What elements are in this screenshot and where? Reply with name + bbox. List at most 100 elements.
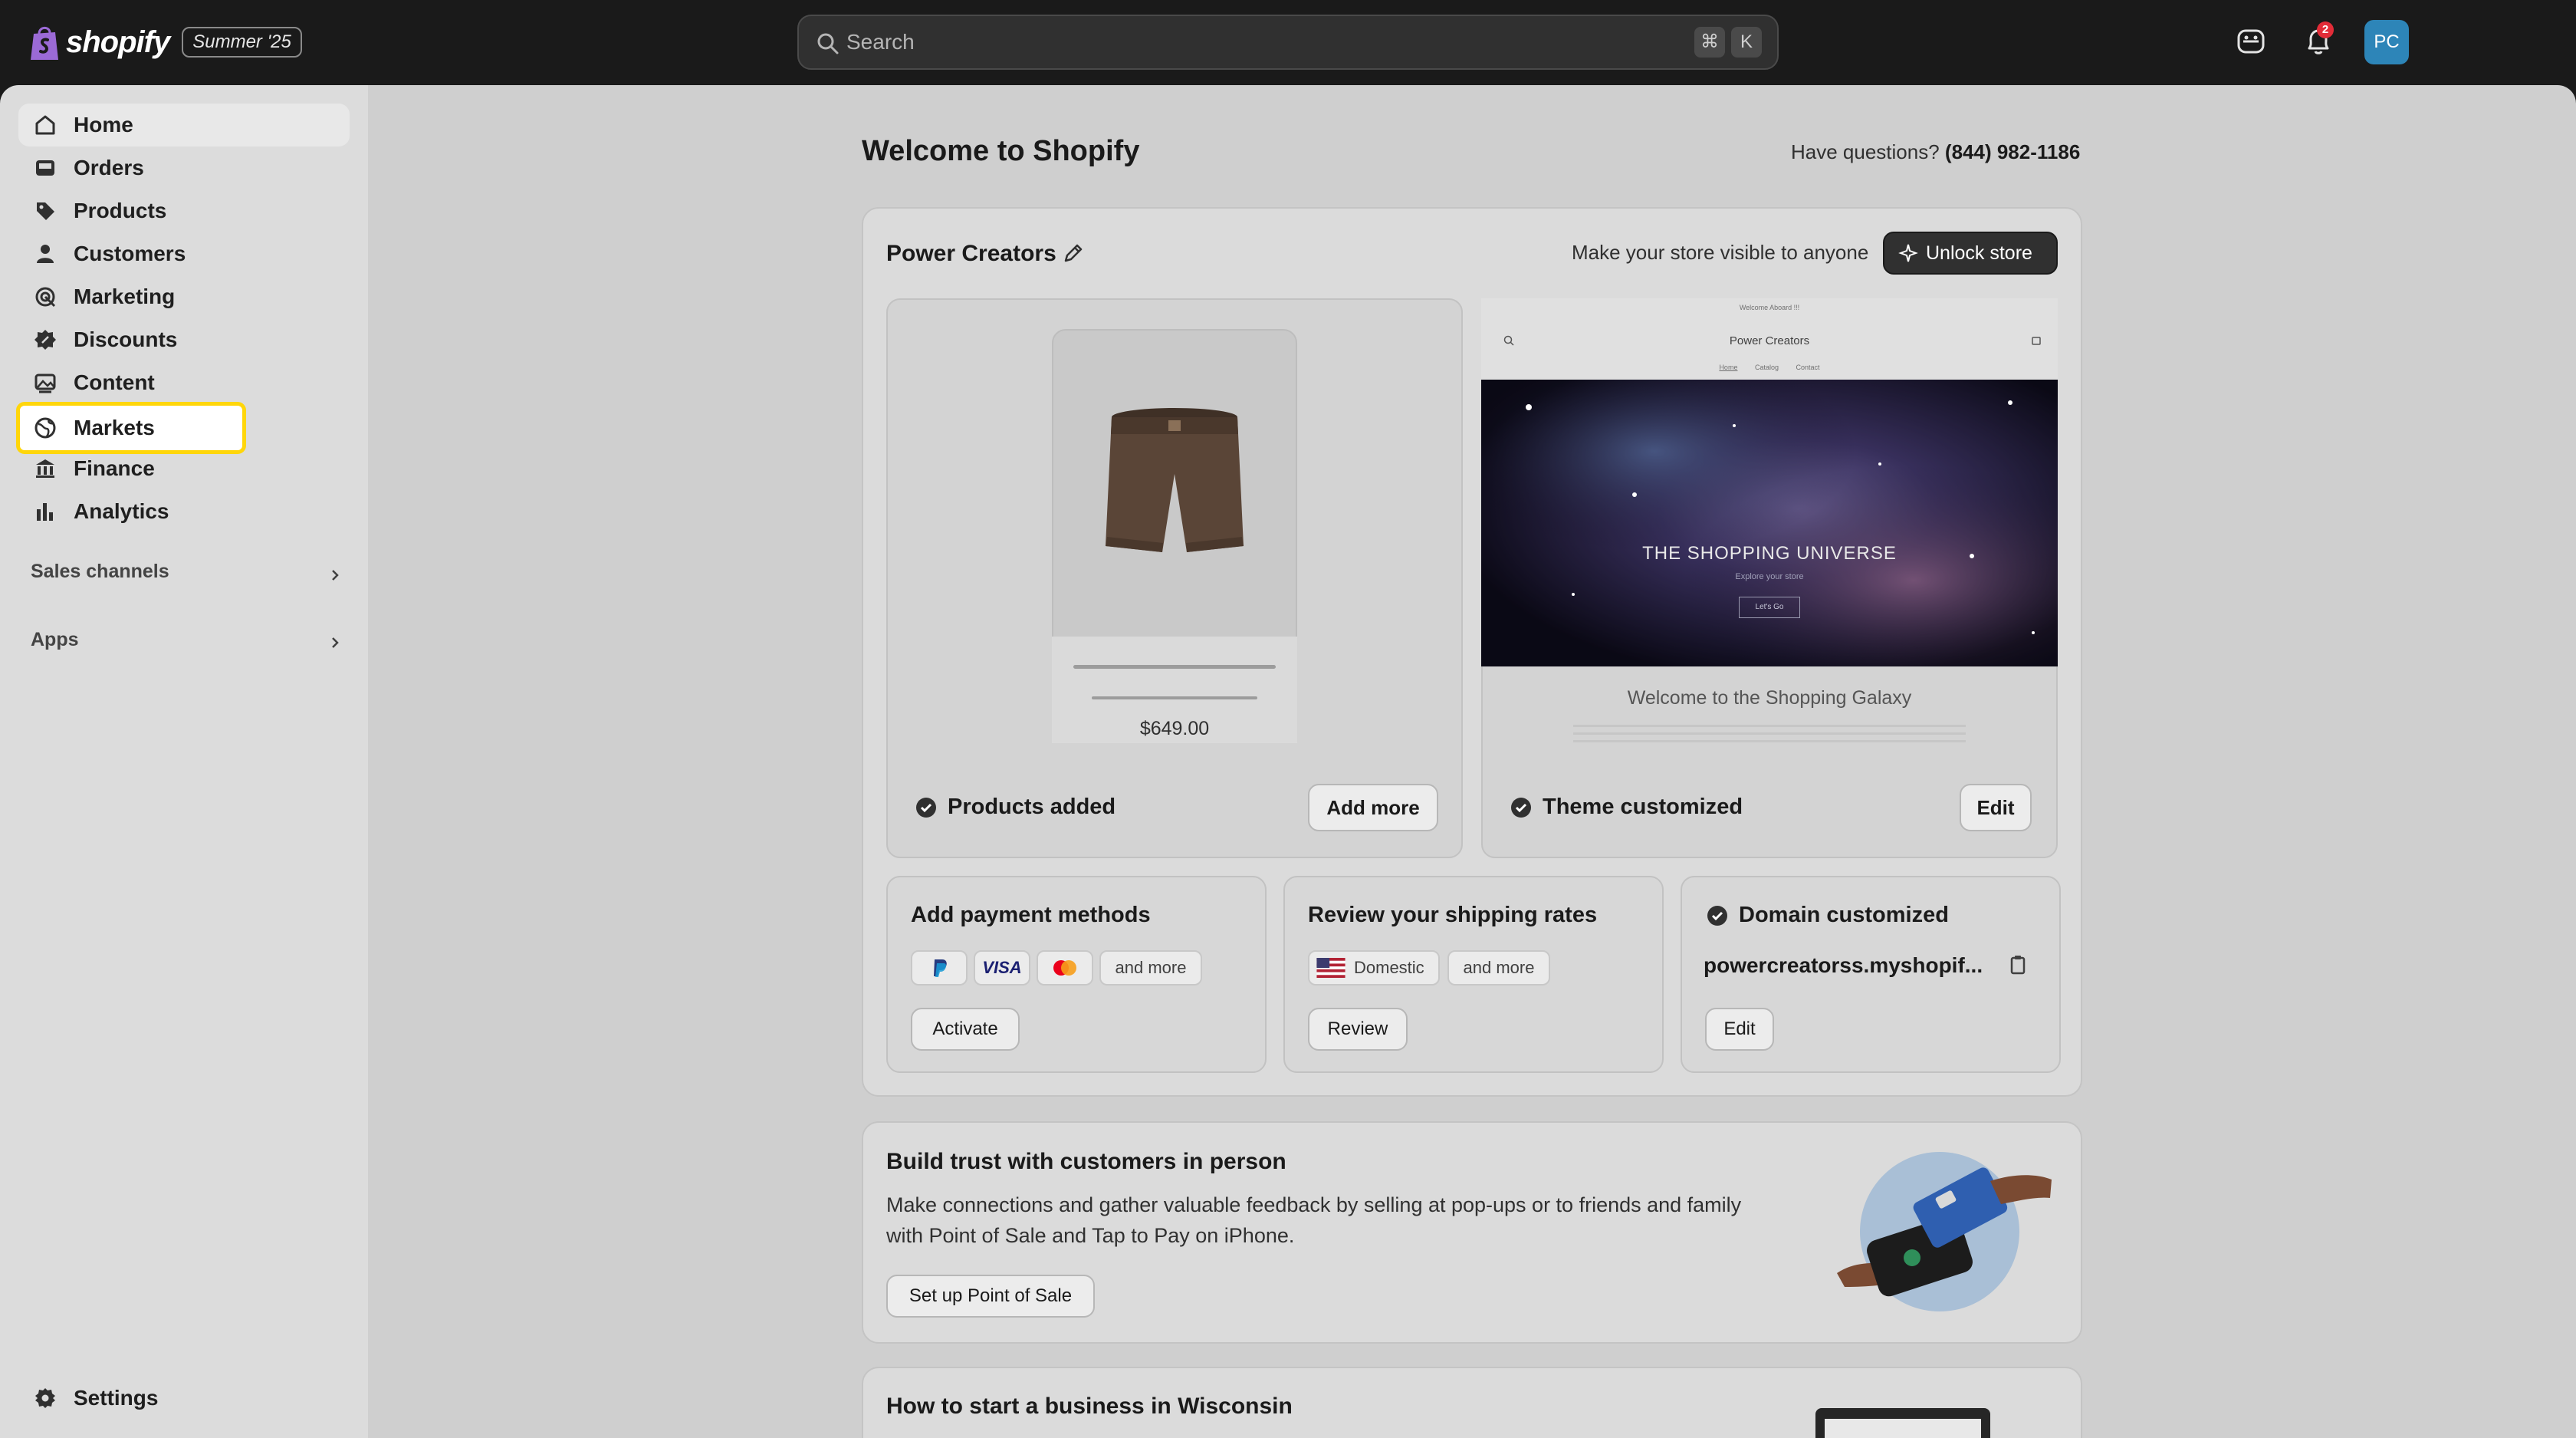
sidebar-item-marketing[interactable]: Marketing (18, 275, 350, 318)
k-key: K (1731, 27, 1762, 58)
tag-icon (37, 202, 54, 220)
sidebar-item-label: Content (74, 370, 155, 394)
hero-subtitle: Explore your store (1735, 572, 1804, 581)
shipping-title: Review your shipping rates (1308, 903, 1598, 927)
edition-badge: Summer '25 (182, 27, 302, 58)
theme-tagline: Welcome to the Shopping Galaxy (1627, 687, 1912, 709)
help-phone[interactable]: (844) 982-1186 (1945, 140, 2080, 163)
shopify-logo[interactable]: shopify Summer '25 (29, 21, 302, 63)
sidebar-item-analytics[interactable]: Analytics (18, 490, 350, 533)
galaxy-hero-image (1481, 380, 2058, 666)
sparkle-icon (1898, 244, 1918, 262)
brand-name: shopify (66, 25, 170, 59)
shorts-image (1106, 408, 1244, 552)
check-circle-icon (916, 797, 936, 818)
sidebar-item-label: Customers (74, 242, 186, 265)
theme-edit-button[interactable]: Edit (1960, 784, 2032, 831)
discount-icon (34, 330, 56, 350)
product-price: $649.00 (1139, 718, 1210, 739)
mastercard-badge (1037, 950, 1093, 986)
sidebar-item-label: Products (74, 199, 167, 222)
sidebar-item-discounts[interactable]: Discounts (18, 318, 350, 361)
sidebar-item-orders[interactable]: Orders (18, 146, 350, 189)
globe-icon (34, 417, 56, 439)
sidebar-item-products[interactable]: Products (18, 189, 350, 232)
bar-chart-icon (37, 503, 53, 521)
sidekick-icon[interactable] (2234, 25, 2268, 58)
inbox-icon (36, 160, 54, 176)
sidebar-item-settings[interactable]: Settings (18, 1377, 350, 1420)
target-icon (35, 287, 56, 308)
sidebar-item-label: Markets (74, 416, 155, 439)
help-line: Have questions? (844) 982-1186 (1791, 140, 2080, 164)
sidebar-item-customers[interactable]: Customers (18, 232, 350, 275)
unlock-store-button[interactable]: Unlock store (1883, 232, 2058, 275)
command-key: ⌘ (1694, 27, 1725, 58)
theme-status-label: Theme customized (1543, 795, 1743, 819)
hero-title: THE SHOPPING UNIVERSE (1642, 543, 1897, 564)
gear-icon (35, 1388, 55, 1408)
top-bar: shopify Summer '25 ⌘ K 2 PC (0, 0, 2576, 85)
paypal-icon (934, 959, 947, 977)
image-icon (34, 373, 56, 393)
search-bar[interactable]: ⌘ K (797, 15, 1779, 70)
bank-icon (36, 459, 54, 478)
domain-status: Domain customized (1705, 903, 1949, 928)
domain-status-label: Domain customized (1739, 903, 1949, 927)
theme-nav: Home Catalog Contact (1481, 364, 2058, 371)
domain-edit-button[interactable]: Edit (1705, 1008, 1774, 1051)
tap-to-pay-illustration (1837, 1152, 2052, 1311)
pos-title: Build trust with customers in person (886, 1149, 1286, 1174)
store-name: Power Creators (886, 241, 1056, 266)
sidebar-item-label: Finance (74, 456, 155, 480)
sidebar-item-label: Orders (74, 156, 144, 179)
unlock-store-label: Unlock store (1926, 242, 2032, 264)
check-circle-icon (1511, 797, 1531, 818)
notification-badge: 2 (2317, 21, 2334, 38)
activate-button[interactable]: Activate (911, 1008, 1020, 1051)
shipping-more-badge: and more (1447, 950, 1550, 986)
check-circle-icon (1707, 905, 1727, 926)
theme-description-placeholder (1573, 725, 1966, 743)
shopify-bag-icon (31, 26, 58, 60)
sidebar-item-label: Settings (74, 1386, 159, 1410)
payment-title: Add payment methods (911, 903, 1151, 927)
cart-icon (2032, 337, 2041, 345)
sidebar-item-label: Discounts (74, 327, 178, 351)
theme-store-name: Power Creators (1729, 334, 1810, 347)
domestic-badge: Domestic (1308, 950, 1440, 986)
product-subtitle-placeholder (1092, 696, 1257, 699)
search-input[interactable] (846, 27, 1613, 58)
chevron-right-icon[interactable] (325, 633, 345, 653)
mastercard-icon (1053, 960, 1076, 976)
help-prefix: Have questions? (1791, 140, 1940, 163)
pencil-icon[interactable] (1061, 241, 1086, 265)
products-status: Products added (914, 795, 1116, 820)
payment-more-badge: and more (1099, 950, 1202, 986)
add-more-button[interactable]: Add more (1308, 784, 1438, 831)
theme-nav-catalog: Catalog (1754, 364, 1779, 371)
avatar[interactable]: PC (2364, 20, 2409, 64)
page-title: Welcome to Shopify (862, 135, 1140, 167)
sidebar-section-sales-channels[interactable]: Sales channels (31, 561, 169, 583)
clipboard-icon[interactable] (2006, 953, 2030, 977)
sidebar: Home Orders Products Customers Marketing… (0, 85, 368, 1438)
sidebar-item-content[interactable]: Content (18, 361, 350, 404)
paypal-badge (911, 950, 968, 986)
pos-description: Make connections and gather valuable fee… (886, 1193, 1742, 1247)
sidebar-section-apps[interactable]: Apps (31, 629, 79, 651)
visibility-text: Make your store visible to anyone (1572, 241, 1869, 264)
search-icon (817, 33, 839, 54)
sidebar-item-markets[interactable]: Markets (16, 402, 246, 454)
article-thumbnail (1815, 1408, 1990, 1438)
domain-value: powercreatorss.myshopif... (1704, 953, 1983, 977)
theme-nav-contact: Contact (1796, 364, 1820, 371)
chevron-right-icon[interactable] (325, 565, 345, 585)
domestic-label: Domestic (1354, 958, 1424, 977)
setup-pos-button[interactable]: Set up Point of Sale (886, 1275, 1095, 1318)
sidebar-item-label: Analytics (74, 499, 169, 523)
sidebar-item-finance[interactable]: Finance (18, 447, 350, 490)
review-button[interactable]: Review (1308, 1008, 1408, 1051)
sidebar-item-label: Home (74, 113, 133, 137)
sidebar-item-home[interactable]: Home (18, 104, 350, 146)
